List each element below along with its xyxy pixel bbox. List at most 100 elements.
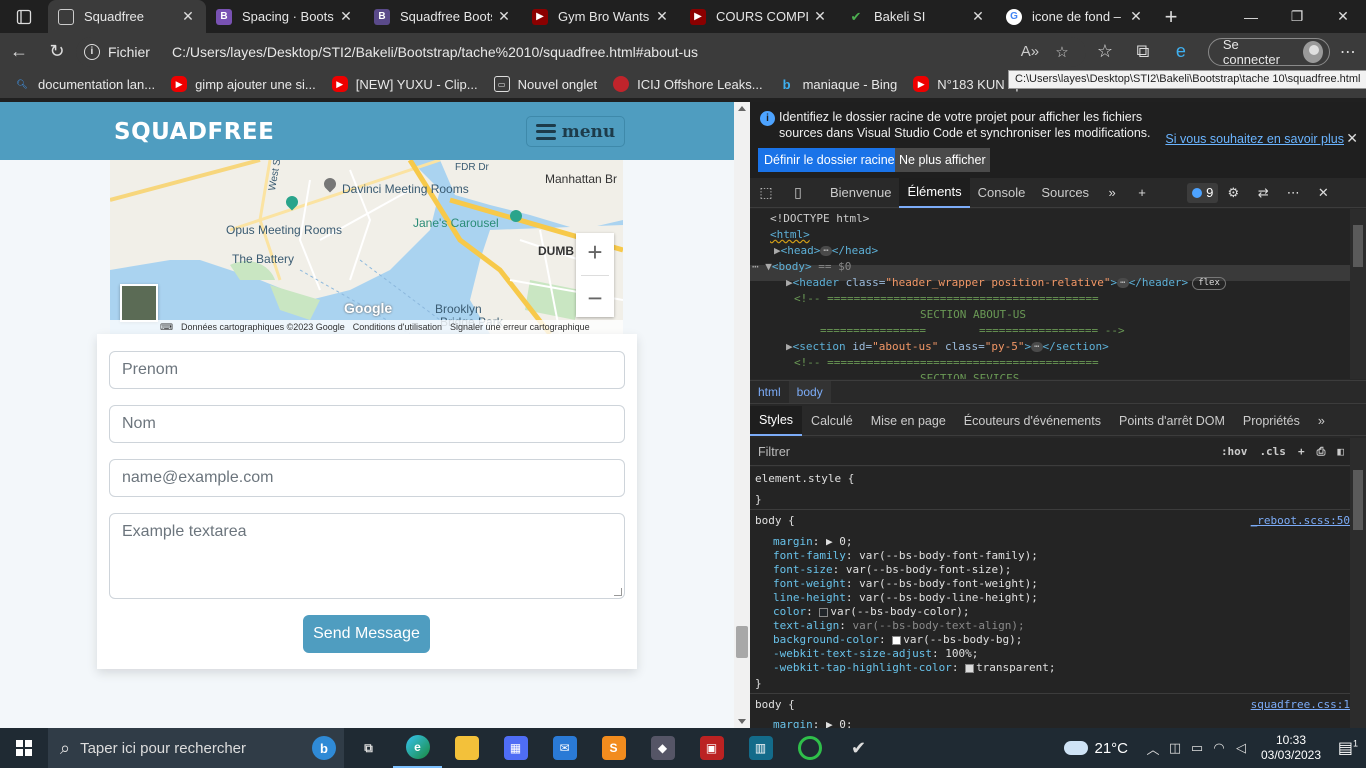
tab-properties[interactable]: Propriétés [1234, 406, 1309, 436]
address-url[interactable]: C:/Users/layes/Desktop/STI2/Bakeli/Boots… [172, 44, 1014, 60]
tab-layout[interactable]: Mise en page [862, 406, 955, 436]
taskbar-mail[interactable]: ✉ [540, 728, 589, 768]
set-root-folder-button[interactable]: Définir le dossier racine [758, 148, 901, 172]
more-menu-button[interactable]: ⋯ [1330, 42, 1366, 62]
styles-scrollbar[interactable] [1350, 438, 1366, 728]
hov-button[interactable]: :hov [1215, 445, 1254, 458]
taskbar-sublime[interactable]: S [589, 728, 638, 768]
close-icon[interactable]: ✕ [1128, 8, 1144, 25]
scroll-up-icon[interactable] [738, 106, 746, 111]
style-declaration[interactable]: font-size: var(--bs-body-font-size); [773, 563, 1011, 577]
dom-comment[interactable]: <!-- ===================================… [794, 291, 1099, 307]
more-options-icon[interactable]: ⋯ [1278, 185, 1308, 201]
scroll-down-icon[interactable] [738, 719, 746, 724]
zoom-out-button[interactable]: − [587, 283, 602, 314]
new-rule-icon[interactable]: + [1292, 445, 1311, 458]
scrollbar-thumb[interactable] [736, 626, 748, 658]
taskbar-explorer[interactable] [442, 728, 491, 768]
taskbar-app-gecko[interactable]: ◆ [638, 728, 687, 768]
dom-header[interactable]: ▶<header class="header_wrapper position-… [786, 275, 1226, 291]
restore-icon[interactable]: ❐ [1274, 0, 1320, 33]
issues-counter[interactable]: 9 [1187, 182, 1219, 203]
scrollbar-thumb[interactable] [1353, 470, 1363, 530]
task-view-button[interactable]: ⧉ [344, 728, 393, 768]
bing-icon[interactable]: b [312, 736, 336, 760]
edge-extension-button[interactable]: e [1162, 35, 1200, 69]
tab-squadfree-bootstrap[interactable]: B Squadfree Bootstrap ✕ [364, 0, 522, 33]
collections-button[interactable]: ⧉ [1124, 35, 1162, 69]
weather-widget[interactable]: 21°C [1064, 735, 1128, 757]
chevron-up-icon[interactable]: ︿ [1142, 739, 1164, 758]
window-close-icon[interactable]: ✕ [1320, 0, 1366, 33]
taskbar-app-media[interactable]: ▣ [687, 728, 736, 768]
taskbar-search[interactable]: ⌕ Taper ici pour rechercher b [48, 728, 344, 768]
settings-gear-icon[interactable]: ⚙ [1218, 185, 1248, 201]
dock-icon[interactable]: ⇄ [1248, 185, 1278, 201]
dont-show-again-button[interactable]: Ne plus afficher [895, 148, 990, 172]
scrollbar-thumb[interactable] [1353, 225, 1363, 267]
sidebar-toggle-icon[interactable]: ◧ [1331, 445, 1350, 458]
add-favorite-icon[interactable]: ☆ [1046, 43, 1078, 61]
taskbar-app-book[interactable]: ▥ [736, 728, 785, 768]
favorite-item[interactable]: ▶ [NEW] YUXU - Clip... [331, 76, 478, 92]
menu-button[interactable]: menu [526, 116, 625, 147]
tab-sources[interactable]: Sources [1033, 178, 1097, 208]
battery-icon[interactable]: ▭ [1186, 740, 1208, 756]
message-textarea[interactable]: Example textarea [109, 513, 625, 599]
source-link[interactable]: _reboot.scss:50 [1251, 514, 1350, 527]
cls-button[interactable]: .cls [1253, 445, 1292, 458]
tab-gym-bro[interactable]: ▶ Gym Bro Wants W ✕ [522, 0, 680, 33]
email-input[interactable]: name@example.com [109, 459, 625, 497]
breadcrumb-html[interactable]: html [750, 385, 789, 399]
taskbar-store[interactable]: ▦ [491, 728, 540, 768]
google-map[interactable]: Davinci Meeting Rooms Manhattan Br Jane'… [110, 160, 623, 334]
minimize-icon[interactable]: — [1228, 0, 1274, 33]
dom-body[interactable]: ⋯ ▼<body> == $0 [752, 259, 851, 275]
color-swatch-icon[interactable] [892, 635, 902, 645]
close-icon[interactable]: ✕ [180, 8, 196, 25]
tab-cours-complet[interactable]: ▶ COURS COMPLET ✕ [680, 0, 838, 33]
style-declaration[interactable]: font-weight: var(--bs-body-font-weight); [773, 577, 1038, 591]
notification-center[interactable]: ▤1 [1330, 738, 1366, 758]
tab-icone-de-fond[interactable]: G icone de fond – R ✕ [996, 0, 1154, 33]
flex-badge[interactable]: flex [1192, 276, 1226, 290]
map-terms-link[interactable]: Conditions d'utilisation [353, 322, 442, 332]
more-tabs-icon[interactable]: » [1097, 185, 1127, 200]
style-declaration[interactable]: margin: ▶ 0; [773, 718, 853, 728]
close-icon[interactable]: ✕ [496, 8, 512, 25]
close-icon[interactable]: ✕ [654, 8, 670, 25]
style-declaration[interactable]: background-color: var(--bs-body-bg); [773, 633, 1022, 647]
element-style-rule[interactable]: element.style { [755, 472, 854, 486]
tab-squadfree[interactable]: Squadfree ✕ [48, 0, 206, 33]
style-declaration[interactable]: margin: ▶ 0; [773, 535, 853, 549]
style-declaration[interactable]: color: var(--bs-body-color); [773, 605, 969, 619]
favorite-item[interactable]: ICIJ Offshore Leaks... [613, 76, 763, 92]
send-message-button[interactable]: Send Message [303, 615, 430, 653]
info-icon[interactable]: i [83, 43, 100, 60]
paint-icon[interactable]: ⎙ [1311, 445, 1332, 459]
taskbar-app-bakeli[interactable]: ✔ [834, 728, 883, 768]
favorite-item[interactable]: b maniaque - Bing [779, 76, 898, 92]
dom-section-about[interactable]: ▶<section id="about-us" class="py-5"> ⋯ </… [786, 339, 1109, 355]
lastname-input[interactable]: Nom [109, 405, 625, 443]
device-toggle-icon[interactable]: ▯ [782, 184, 814, 201]
add-tool-icon[interactable]: + [1127, 185, 1157, 200]
start-button[interactable] [0, 728, 48, 768]
taskbar-edge[interactable]: e [393, 728, 442, 768]
dom-head[interactable]: ▶<head> ⋯ </head> [774, 243, 878, 259]
signin-button[interactable]: Se connecter [1207, 37, 1330, 67]
favorite-item[interactable]: ▶ gimp ajouter une si... [171, 76, 316, 92]
new-tab-button[interactable]: + [1154, 0, 1188, 33]
style-declaration[interactable]: text-align: var(--bs-body-text-align); [773, 619, 1025, 633]
style-declaration[interactable]: font-family: var(--bs-body-font-family); [773, 549, 1038, 563]
filter-input[interactable]: Filtrer [750, 445, 1215, 459]
style-declaration[interactable]: -webkit-tap-highlight-color: transparent… [773, 661, 1056, 675]
tab-actions-button[interactable] [0, 0, 48, 33]
tab-computed[interactable]: Calculé [802, 406, 862, 436]
dom-scrollbar[interactable] [1350, 209, 1366, 379]
tab-styles[interactable]: Styles [750, 405, 803, 436]
breadcrumb-body[interactable]: body [788, 381, 831, 403]
favorites-button[interactable]: ☆ [1086, 35, 1124, 69]
dom-comment[interactable]: <!-- ===================================… [794, 355, 1099, 371]
tab-elements[interactable]: Éléments [899, 177, 970, 208]
